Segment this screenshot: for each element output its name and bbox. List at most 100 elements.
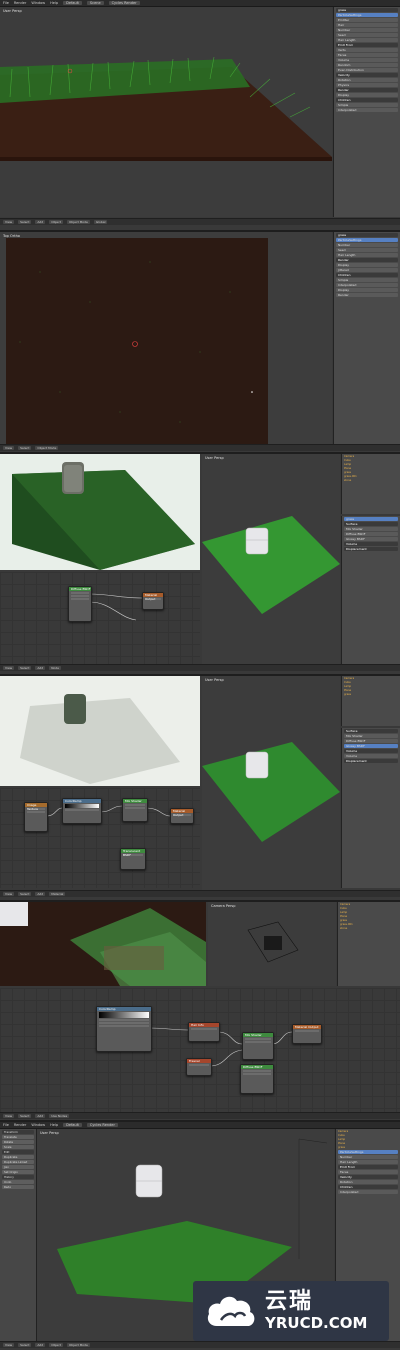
menu-render[interactable]: Render	[14, 1, 26, 5]
prop-row[interactable]: Simple	[336, 278, 398, 282]
menu-view[interactable]: View	[3, 1343, 15, 1347]
node-mix-shader[interactable]: Mix Shader	[122, 798, 148, 822]
menu-select[interactable]: Select	[18, 892, 32, 896]
outliner[interactable]: Camera Cube Lamp Plane grass grass.001 s…	[341, 454, 400, 514]
menu-add[interactable]: Add	[35, 220, 46, 224]
prop-row[interactable]: Seed	[336, 33, 398, 37]
properties-editor[interactable]: grass ParticleSettings Number Seed Hair …	[333, 232, 400, 444]
menu-view[interactable]: View	[3, 220, 15, 224]
mode-select[interactable]: Object Mode	[66, 1343, 90, 1347]
outliner-item[interactable]: Plane	[344, 689, 398, 692]
material-properties[interactable]: grass Surface Mix Shader Diffuse BSDF Gl…	[341, 516, 400, 666]
screen-selector[interactable]: Default	[63, 1123, 82, 1127]
menu-view[interactable]: View	[3, 666, 15, 670]
material-slot[interactable]: grass	[344, 517, 398, 521]
node-output[interactable]: Material Output	[170, 808, 194, 824]
prop-row[interactable]: Display	[336, 263, 398, 267]
particle-settings[interactable]: ParticleSettings	[336, 238, 398, 242]
menu-add[interactable]: Add	[35, 666, 46, 670]
outliner-item[interactable]: stone	[340, 927, 398, 930]
prop-row[interactable]: Rotation	[338, 1180, 398, 1184]
prop-row[interactable]: Simple	[336, 103, 398, 107]
render-engine-select[interactable]: Cycles Render	[108, 1, 140, 5]
outliner-item[interactable]: Lamp	[344, 685, 398, 688]
prop-row[interactable]: Even Distribution	[336, 68, 398, 72]
menu-add[interactable]: Add	[35, 892, 46, 896]
redo-button[interactable]: Redo	[2, 1185, 34, 1189]
prop-row[interactable]: Interpolated	[336, 108, 398, 112]
node-colorramp[interactable]: ColorRamp	[96, 1006, 152, 1052]
outliner-item[interactable]: Plane	[338, 1142, 398, 1145]
prop-row[interactable]: Diffuse BSDF	[344, 739, 398, 743]
outliner[interactable]: Camera Cube Lamp Plane grass	[341, 676, 400, 726]
viewport-3d[interactable]: User Persp	[202, 454, 340, 664]
outliner-item[interactable]: stone	[344, 479, 398, 482]
set-origin-button[interactable]: Set Origin	[2, 1170, 34, 1174]
prop-row[interactable]: Physics	[336, 83, 398, 87]
menu-window[interactable]: Window	[31, 1, 45, 5]
menu-file[interactable]: File	[3, 1123, 9, 1127]
outliner-item[interactable]: Lamp	[338, 1138, 398, 1141]
render-preview[interactable]	[0, 454, 200, 570]
prop-row[interactable]: Render	[336, 293, 398, 297]
outliner-item[interactable]: Lamp	[340, 911, 398, 914]
viewport-3d[interactable]: User Persp	[0, 7, 332, 217]
use-nodes-toggle[interactable]: Use Nodes	[49, 1114, 70, 1118]
rotate-button[interactable]: Rotate	[2, 1140, 34, 1144]
render-preview[interactable]	[0, 902, 206, 986]
outliner-item[interactable]: Cube	[338, 1134, 398, 1137]
outliner-item[interactable]: Camera	[340, 903, 398, 906]
mode-select[interactable]: Object Mode	[35, 446, 59, 450]
prop-row[interactable]: Faces	[336, 53, 398, 57]
prop-row[interactable]: Verts	[336, 48, 398, 52]
node-editor[interactable]: Diffuse BSDF Material Output	[0, 572, 200, 664]
prop-row[interactable]: Glossy BSDF	[344, 744, 398, 748]
render-engine-select[interactable]: Cycles Render	[86, 1123, 118, 1127]
node-hair-info[interactable]: Hair Info	[188, 1022, 220, 1042]
outliner-item[interactable]: grass.001	[344, 475, 398, 478]
prop-row[interactable]: Display	[336, 288, 398, 292]
menu-help[interactable]: Help	[50, 1123, 58, 1127]
node-colorramp[interactable]: ColorRamp	[62, 798, 102, 824]
prop-row[interactable]: Jittered	[336, 268, 398, 272]
prop-row[interactable]: Interpolated	[336, 283, 398, 287]
node-editor[interactable]: Image Texture ColorRamp Mix Shader Mater…	[0, 788, 200, 888]
outliner-item[interactable]: grass	[338, 1146, 398, 1149]
outliner[interactable]: Camera Cube Lamp Plane grass grass.001 s…	[337, 902, 400, 986]
properties-editor[interactable]: grass ParticleSettings Emitter Hair Numb…	[333, 7, 400, 217]
node-mix-shader[interactable]: Mix Shader	[242, 1032, 274, 1060]
prop-row[interactable]: Diffuse BSDF	[344, 532, 398, 536]
menu-window[interactable]: Window	[31, 1123, 45, 1127]
outliner-item[interactable]: grass	[344, 693, 398, 696]
prop-row[interactable]: Rotation	[336, 78, 398, 82]
duplicate-button[interactable]: Duplicate	[2, 1155, 34, 1159]
outliner-item[interactable]: Lamp	[344, 463, 398, 466]
menu-view[interactable]: View	[3, 892, 15, 896]
prop-row[interactable]: Hair Length	[336, 253, 398, 257]
outliner-item[interactable]: grass	[340, 919, 398, 922]
prop-row[interactable]: Mix Shader	[344, 734, 398, 738]
node-image-texture[interactable]: Image Texture	[24, 802, 48, 832]
prop-row[interactable]: Number	[336, 28, 398, 32]
scale-button[interactable]: Scale	[2, 1145, 34, 1149]
prop-row[interactable]: Hair Length	[338, 1160, 398, 1164]
outliner-item[interactable]: Camera	[338, 1130, 398, 1133]
object-name[interactable]: grass	[336, 8, 398, 12]
menu-object[interactable]: Object	[49, 220, 63, 224]
translate-button[interactable]: Translate	[2, 1135, 34, 1139]
menu-add[interactable]: Add	[35, 1343, 46, 1347]
prop-row[interactable]: Number	[338, 1155, 398, 1159]
outliner-item[interactable]: grass.001	[340, 923, 398, 926]
node-diffuse[interactable]: Diffuse BSDF	[68, 586, 92, 622]
node-output[interactable]: Material Output	[292, 1024, 322, 1044]
particle-settings[interactable]: ParticleSettings	[338, 1150, 398, 1154]
prop-row[interactable]: Display	[336, 93, 398, 97]
menu-render[interactable]: Render	[14, 1123, 26, 1127]
menu-select[interactable]: Select	[18, 666, 32, 670]
material-properties[interactable]: Surface Mix Shader Diffuse BSDF Glossy B…	[341, 728, 400, 888]
prop-row[interactable]: Volume	[336, 58, 398, 62]
node-editor[interactable]: ColorRamp Hair Info Fresnel Mix Shader D…	[0, 988, 400, 1112]
node-diffuse[interactable]: Diffuse BSDF	[240, 1064, 274, 1094]
menu-help[interactable]: Help	[50, 1, 58, 5]
viewport-3d[interactable]: Top Ortho	[0, 232, 332, 444]
